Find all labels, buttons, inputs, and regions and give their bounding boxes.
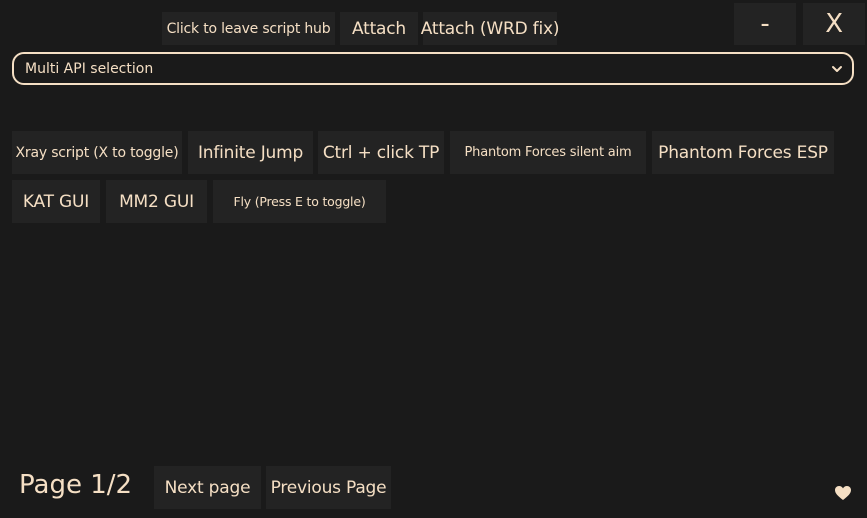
- fly-toggle-button[interactable]: Fly (Press E to toggle): [213, 180, 386, 223]
- attach-wrd-fix-button[interactable]: Attach (WRD fix): [421, 12, 559, 45]
- api-selection-dropdown[interactable]: Multi API selection: [12, 52, 854, 85]
- phantom-forces-silent-aim-button[interactable]: Phantom Forces silent aim: [450, 131, 646, 174]
- close-button[interactable]: X: [803, 3, 865, 45]
- minimize-button[interactable]: -: [734, 3, 796, 45]
- next-page-button[interactable]: Next page: [154, 466, 261, 509]
- api-selection-value: Multi API selection: [25, 60, 154, 77]
- heart-icon[interactable]: [834, 485, 852, 501]
- ctrl-click-tp-button[interactable]: Ctrl + click TP: [318, 131, 444, 174]
- leave-script-hub-button[interactable]: Click to leave script hub: [162, 12, 335, 45]
- mm2-gui-button[interactable]: MM2 GUI: [106, 180, 207, 223]
- infinite-jump-button[interactable]: Infinite Jump: [188, 131, 313, 174]
- xray-script-button[interactable]: Xray script (X to toggle): [12, 131, 182, 174]
- chevron-down-icon: [832, 66, 842, 72]
- script-hub-window: Click to leave script hub Attach Attach …: [0, 0, 867, 518]
- attach-button[interactable]: Attach: [340, 12, 418, 45]
- page-indicator: Page 1/2: [19, 470, 133, 500]
- phantom-forces-esp-button[interactable]: Phantom Forces ESP: [652, 131, 834, 174]
- kat-gui-button[interactable]: KAT GUI: [12, 180, 100, 223]
- previous-page-button[interactable]: Previous Page: [266, 466, 391, 509]
